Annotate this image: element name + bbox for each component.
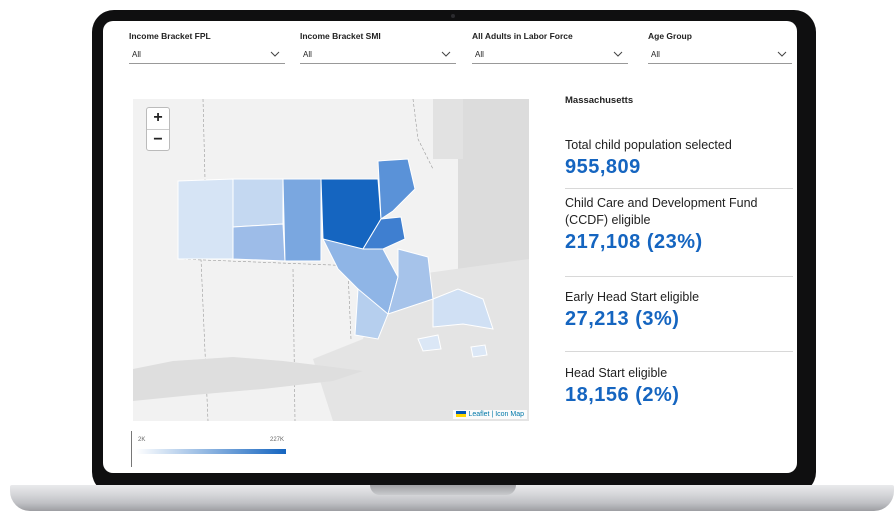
chevron-down-icon [613, 51, 623, 57]
filter-dropdown-age-group[interactable]: All [648, 46, 792, 64]
legend-gradient-bar [136, 449, 286, 454]
laptop-notch [370, 485, 516, 495]
filter-dropdown-income-smi[interactable]: All [300, 46, 456, 64]
filter-label: Age Group [648, 31, 692, 41]
stat-label: Total child population selected [565, 138, 732, 152]
filter-dropdown-income-fpl[interactable]: All [129, 46, 285, 64]
stat-early-head-start: Early Head Start eligible 27,213 (3%) [565, 289, 793, 332]
filter-label: All Adults in Labor Force [472, 31, 573, 41]
chevron-down-icon [270, 51, 280, 57]
map-county-hampden[interactable] [232, 223, 286, 262]
attribution-text: Leaflet | Icon Map [468, 411, 524, 418]
stat-ccdf-eligible: Child Care and Development Fund (CCDF) e… [565, 195, 793, 255]
stat-value: 955,809 [565, 156, 641, 178]
stat-total-children: Total child population selected 955,809 [565, 137, 793, 180]
map-neighbor-land [433, 99, 463, 159]
ukraine-flag-icon [456, 411, 467, 417]
dashboard-screen: Income Bracket FPL All Income Bracket SM… [103, 21, 797, 473]
stat-label: Early Head Start eligible [565, 290, 700, 304]
filter-adults-labor-force: All Adults in Labor Force All [472, 28, 628, 68]
zoom-out-button[interactable]: − [147, 130, 169, 151]
filter-value: All [303, 50, 312, 59]
filter-value: All [132, 50, 141, 59]
stat-value: 27,213 (3%) [565, 308, 680, 330]
filter-value: All [475, 50, 484, 59]
stat-label: Head Start eligible [565, 366, 668, 380]
legend-min-label: 2K [138, 437, 146, 443]
map-canvas [133, 99, 529, 421]
map-county-nantucket[interactable] [470, 344, 488, 358]
filter-income-fpl: Income Bracket FPL All [129, 28, 285, 68]
map-attribution[interactable]: Leaflet | Icon Map [453, 410, 527, 419]
map-county-worcester[interactable] [282, 178, 322, 262]
map-county-berkshire[interactable] [177, 178, 234, 260]
filter-label: Income Bracket FPL [129, 31, 211, 41]
stat-value: 18,156 (2%) [565, 384, 680, 406]
divider [565, 276, 793, 277]
map-legend: 2K 227K [131, 431, 286, 467]
zoom-in-button[interactable]: + [147, 108, 169, 130]
laptop-camera [451, 14, 455, 18]
divider [565, 188, 793, 189]
filter-label: Income Bracket SMI [300, 31, 381, 41]
choropleth-map[interactable]: + − Leaflet | Icon Map [133, 99, 529, 421]
filter-age-group: Age Group All [648, 28, 792, 68]
region-title: Massachusetts [565, 95, 634, 106]
filter-value: All [651, 50, 660, 59]
stat-label: Child Care and Development Fund (CCDF) e… [565, 196, 758, 227]
chevron-down-icon [777, 51, 787, 57]
divider [565, 351, 793, 352]
chevron-down-icon [441, 51, 451, 57]
map-county-franklin[interactable] [232, 178, 284, 228]
filter-dropdown-adults-labor-force[interactable]: All [472, 46, 628, 64]
filter-income-smi: Income Bracket SMI All [300, 28, 456, 68]
zoom-control: + − [146, 107, 170, 151]
legend-max-label: 227K [269, 437, 284, 443]
stat-value: 217,108 (23%) [565, 231, 703, 253]
stat-head-start: Head Start eligible 18,156 (2%) [565, 365, 793, 408]
